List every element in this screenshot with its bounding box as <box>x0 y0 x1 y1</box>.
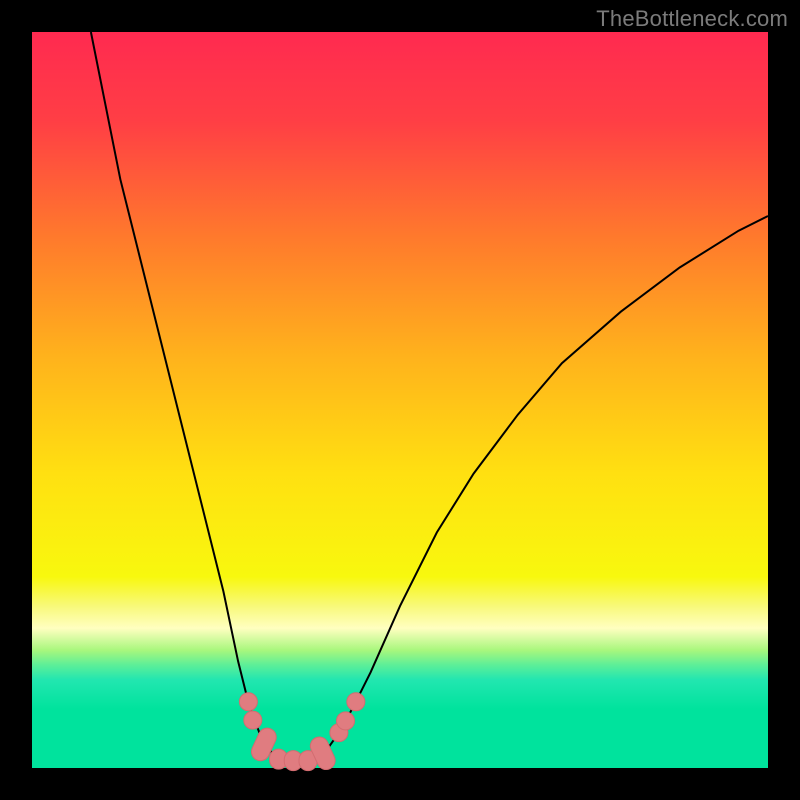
curve-marker <box>244 711 262 729</box>
curve-marker <box>239 693 257 711</box>
chart-viewport: { "watermark": "TheBottleneck.com", "col… <box>0 0 800 800</box>
watermark-label: TheBottleneck.com <box>596 6 788 32</box>
plot-background <box>32 32 768 768</box>
chart-svg <box>0 0 800 800</box>
curve-marker <box>337 712 355 730</box>
curve-marker <box>347 693 365 711</box>
